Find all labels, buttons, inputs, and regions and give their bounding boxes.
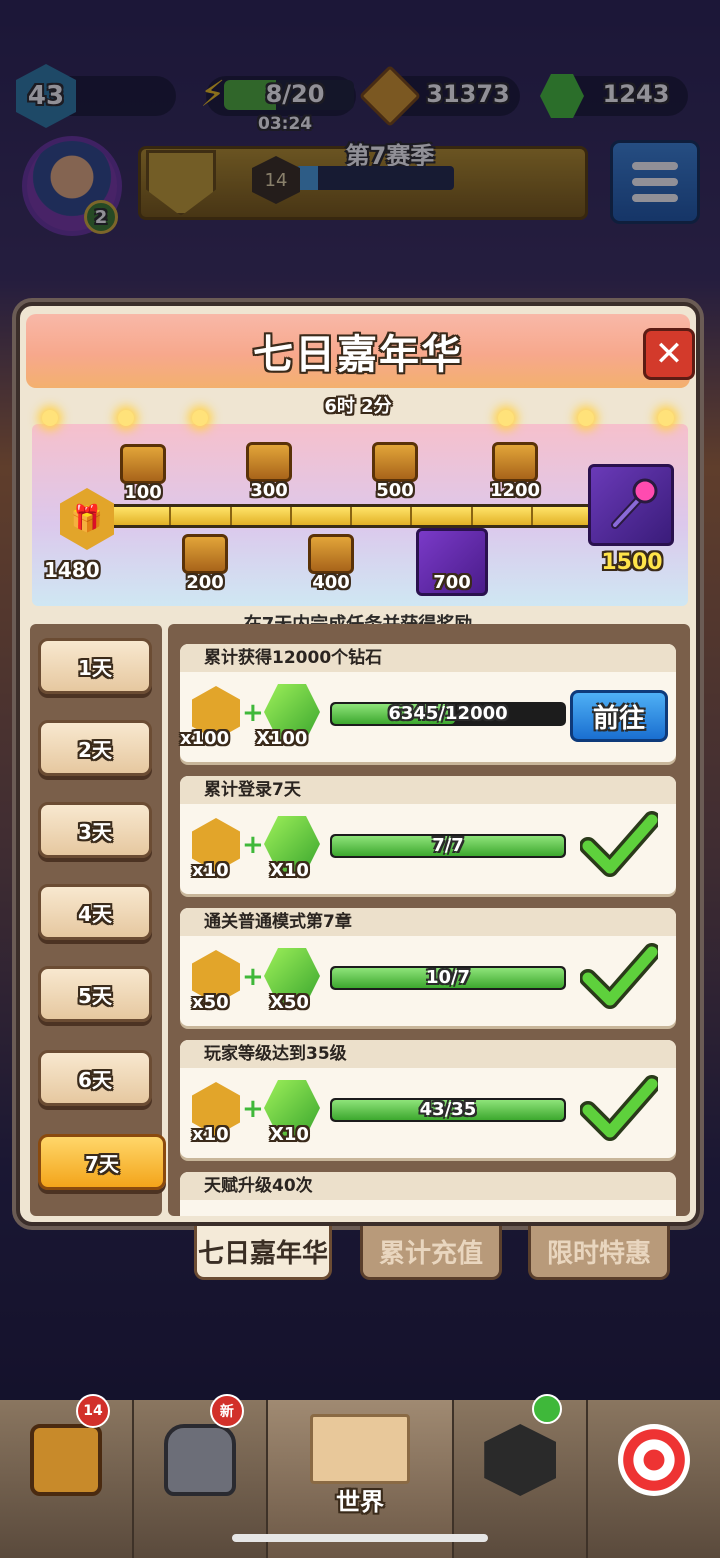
- light-bulb: [578, 410, 594, 426]
- day-tab-7[interactable]: 7天: [38, 1134, 166, 1190]
- day-tab-5[interactable]: 5天: [38, 966, 152, 1022]
- plus-icon: +: [242, 1094, 264, 1124]
- world-label: 世界: [336, 1488, 385, 1516]
- tab-seven-day-carnival[interactable]: 七日嘉年华: [194, 1226, 332, 1280]
- milestone-chest-200[interactable]: [182, 534, 228, 574]
- milestone-chest-300[interactable]: [246, 442, 292, 482]
- gift-quantity: x10: [192, 860, 229, 881]
- task-progress-bar: 7/7: [330, 834, 566, 858]
- final-reward-label: 1500: [601, 550, 663, 575]
- task-list[interactable]: 累计获得12000个钻石 + x100 X100 6345/12000 前往 累…: [168, 624, 690, 1216]
- task-title: 累计登录7天: [180, 776, 676, 804]
- modal-title: 七日嘉年华: [253, 332, 463, 378]
- modal-header: 七日嘉年华 ✕: [26, 314, 695, 388]
- task-progress-bar: 10/7: [330, 966, 566, 990]
- points-gift-icon: 🎁: [60, 488, 114, 550]
- seven-day-carnival-modal: 七日嘉年华 ✕ 6时 2分 🎁 1480 100 300 500 1200 20…: [16, 302, 700, 1226]
- gem-quantity: X50: [270, 992, 309, 1013]
- plus-icon: +: [242, 962, 264, 992]
- points-progress-panel: 🎁 1480 100 300 500 1200 200 400 700 1500: [32, 410, 688, 606]
- task-item: 累计获得12000个钻石 + x100 X100 6345/12000 前往: [180, 644, 676, 762]
- task-progress-text: 43/35: [419, 1099, 477, 1120]
- task-progress-text: 10/7: [425, 967, 471, 988]
- light-bulb: [658, 410, 674, 426]
- task-progress-bar: 6345/12000: [330, 702, 566, 726]
- gift-quantity: x100: [180, 728, 230, 749]
- gem-quantity: X10: [270, 860, 309, 881]
- milestone-label: 700: [433, 572, 471, 593]
- day-tab-3[interactable]: 3天: [38, 802, 152, 858]
- points-progress-bar: [106, 504, 594, 528]
- close-icon: ✕: [654, 334, 684, 374]
- task-title: 天赋升级40次: [180, 1172, 676, 1200]
- staff-reward[interactable]: [588, 464, 674, 546]
- milestone-label: 400: [312, 572, 350, 593]
- milestone-label: 300: [250, 480, 288, 501]
- checkmark-icon: [580, 811, 658, 877]
- target-icon: [618, 1424, 691, 1496]
- light-bulb: [118, 410, 134, 426]
- gift-quantity: x50: [192, 992, 229, 1013]
- home-indicator: [232, 1534, 488, 1542]
- checkmark-icon: [580, 1075, 658, 1141]
- day-tabs: 1天 2天 3天 4天 5天 6天 7天: [30, 624, 166, 1216]
- light-bulb: [498, 410, 514, 426]
- shop-badge: 14: [76, 1394, 110, 1428]
- map-icon: [310, 1414, 411, 1484]
- current-points: 1480: [44, 558, 100, 582]
- milestone-chest-1200[interactable]: [492, 442, 538, 482]
- milestone-label: 200: [186, 572, 224, 593]
- day-tab-6[interactable]: 6天: [38, 1050, 152, 1106]
- nav-shop[interactable]: 14: [0, 1394, 134, 1558]
- light-bulb: [42, 410, 58, 426]
- day-tab-4[interactable]: 4天: [38, 884, 152, 940]
- milestone-label: 1200: [489, 480, 541, 501]
- task-item: 玩家等级达到35级 + x10 X10 43/35: [180, 1040, 676, 1158]
- task-title: 通关普通模式第7章: [180, 908, 676, 936]
- points-progress-fill: [109, 507, 591, 525]
- close-button[interactable]: ✕: [643, 328, 695, 380]
- light-bulb: [192, 410, 208, 426]
- go-button[interactable]: 前往: [570, 690, 668, 742]
- task-progress-bar: 43/35: [330, 1098, 566, 1122]
- day-tab-2[interactable]: 2天: [38, 720, 152, 776]
- task-item: 通关普通模式第7章 + x50 X50 10/7: [180, 908, 676, 1026]
- task-title: 玩家等级达到35级: [180, 1040, 676, 1068]
- gift-quantity: x10: [192, 1124, 229, 1145]
- milestone-label: 500: [376, 480, 414, 501]
- milestone-label: 100: [124, 482, 162, 503]
- tab-limited-offer[interactable]: 限时特惠: [528, 1226, 670, 1280]
- gem-quantity: X10: [270, 1124, 309, 1145]
- plus-icon: +: [242, 698, 264, 728]
- tab-cumulative-recharge[interactable]: 累计充值: [360, 1226, 502, 1280]
- milestone-chest-500[interactable]: [372, 442, 418, 482]
- day-tab-1[interactable]: 1天: [38, 638, 152, 694]
- gem-quantity: X100: [256, 728, 308, 749]
- treasure-chest-icon: [29, 1424, 102, 1496]
- task-progress-text: 7/7: [432, 835, 464, 856]
- magic-staff-icon: [611, 478, 658, 529]
- task-item: 累计登录7天 + x10 X10 7/7: [180, 776, 676, 894]
- upgrade-arrow-icon: [484, 1424, 557, 1496]
- task-item: 天赋升级40次: [180, 1172, 676, 1216]
- checkmark-icon: [580, 943, 658, 1009]
- milestone-chest-100[interactable]: [120, 444, 166, 484]
- equipment-badge: 新: [209, 1394, 244, 1428]
- upgrade-badge-icon: [532, 1394, 563, 1424]
- armor-icon: [163, 1424, 236, 1496]
- plus-icon: +: [242, 830, 264, 860]
- milestone-chest-400[interactable]: [308, 534, 354, 574]
- nav-challenge[interactable]: [588, 1400, 720, 1558]
- task-title: 累计获得12000个钻石: [180, 644, 676, 672]
- task-progress-text: 6345/12000: [388, 703, 508, 724]
